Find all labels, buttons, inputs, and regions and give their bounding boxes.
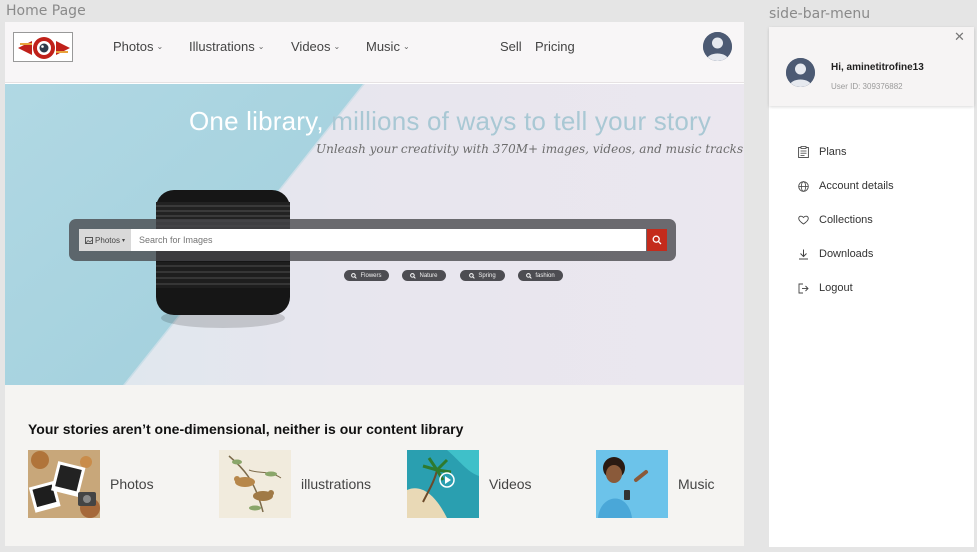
nav-music-label: Music xyxy=(366,39,400,54)
category-label: Music xyxy=(678,476,715,492)
logo[interactable] xyxy=(13,32,73,62)
category-illustrations[interactable]: illustrations xyxy=(219,450,371,518)
music-thumbnail xyxy=(596,450,668,518)
tag-label: Nature xyxy=(419,272,438,279)
home-frame-label: Home Page xyxy=(6,3,86,19)
nav-sell-label: Sell xyxy=(500,39,522,54)
tag-spring[interactable]: Spring xyxy=(460,270,505,281)
tag-nature[interactable]: Nature xyxy=(402,270,446,281)
home-page: Photos ⌄ Illustrations ⌄ Videos ⌄ Music ⌄ Se… xyxy=(5,22,744,546)
search-button[interactable] xyxy=(647,229,667,251)
search-icon xyxy=(351,272,358,279)
user-avatar-icon[interactable] xyxy=(703,32,732,61)
category-label: Videos xyxy=(489,476,532,492)
chevron-down-icon: ⌄ xyxy=(333,42,341,51)
sidebar-frame-label: side-bar-menu xyxy=(769,6,871,22)
menu-item-label: Logout xyxy=(819,282,853,294)
menu-item-label: Account details xyxy=(819,180,894,192)
search-type-select[interactable]: Photos ▾ xyxy=(79,229,131,251)
logout-icon xyxy=(796,281,810,295)
sidebar-header: ✕ Hi, aminetitrofine13 User ID: 30937688… xyxy=(769,27,974,106)
stories-title: Your stories aren’t one-dimensional, nei… xyxy=(28,421,464,437)
category-photos[interactable]: Photos xyxy=(28,450,154,518)
tag-label: Spring xyxy=(478,272,496,279)
nav-pricing-label: Pricing xyxy=(535,39,575,54)
close-icon[interactable]: ✕ xyxy=(954,29,965,45)
heart-icon xyxy=(796,213,810,227)
search-bar: Photos ▾ xyxy=(69,219,676,261)
menu-item-label: Collections xyxy=(819,214,873,226)
chevron-down-icon: ⌄ xyxy=(257,42,265,51)
tag-fashion[interactable]: fashion xyxy=(518,270,563,281)
globe-icon xyxy=(796,179,810,193)
search-icon xyxy=(469,272,476,279)
menu-item-label: Downloads xyxy=(819,248,874,260)
menu-item-downloads[interactable]: Downloads xyxy=(796,245,873,263)
category-label: illustrations xyxy=(301,476,372,492)
chevron-down-icon: ⌄ xyxy=(402,42,410,51)
menu-item-logout[interactable]: Logout xyxy=(796,279,853,297)
category-label: Photos xyxy=(110,476,154,492)
nav-sell[interactable]: Sell xyxy=(500,39,522,54)
menu-item-plans[interactable]: Plans xyxy=(796,143,847,161)
nav-music[interactable]: Music ⌄ xyxy=(366,39,410,54)
search-icon xyxy=(410,272,417,279)
tag-label: fashion xyxy=(535,272,555,279)
hero-title-part2: millions of ways to tell your story xyxy=(323,106,712,136)
hero-title: One library, millions of ways to tell yo… xyxy=(189,106,711,137)
navbar: Photos ⌄ Illustrations ⌄ Videos ⌄ Music ⌄ Se… xyxy=(5,22,744,83)
menu-item-label: Plans xyxy=(819,146,847,158)
hero-title-part1: One library, xyxy=(189,106,324,136)
category-videos[interactable]: Videos xyxy=(407,450,532,518)
download-icon xyxy=(796,247,810,261)
search-icon xyxy=(526,272,533,279)
tag-label: Flowers xyxy=(360,272,382,279)
sidebar-menu: ✕ Hi, aminetitrofine13 User ID: 30937688… xyxy=(769,27,974,547)
tag-flowers[interactable]: Flowers xyxy=(344,270,389,281)
nav-pricing[interactable]: Pricing xyxy=(535,39,575,54)
user-id: User ID: 309376882 xyxy=(831,82,903,91)
nav-videos-label: Videos xyxy=(291,39,331,54)
category-music[interactable]: Music xyxy=(596,450,715,518)
illustrations-thumbnail xyxy=(219,450,291,518)
search-input[interactable] xyxy=(131,229,646,251)
chevron-down-icon: ▾ xyxy=(121,237,125,244)
image-icon xyxy=(85,236,94,244)
search-icon xyxy=(652,235,662,245)
nav-photos[interactable]: Photos ⌄ xyxy=(113,39,163,54)
nav-videos[interactable]: Videos ⌄ xyxy=(291,39,340,54)
videos-thumbnail xyxy=(407,450,479,518)
user-avatar-icon xyxy=(786,58,815,87)
user-greeting: Hi, aminetitrofine13 xyxy=(831,62,924,73)
photos-thumbnail xyxy=(28,450,100,518)
stories-section: Your stories aren’t one-dimensional, nei… xyxy=(5,385,744,546)
nav-photos-label: Photos xyxy=(113,39,154,54)
nav-illustrations[interactable]: Illustrations ⌄ xyxy=(189,39,264,54)
menu-item-account-details[interactable]: Account details xyxy=(796,177,894,195)
chevron-down-icon: ⌄ xyxy=(156,42,164,51)
hero-subtitle: Unleash your creativity with 370M+ image… xyxy=(316,142,744,156)
search-type-label: Photos xyxy=(95,235,120,245)
clipboard-icon xyxy=(796,145,810,159)
menu-item-collections[interactable]: Collections xyxy=(796,211,873,229)
hero-banner: One library, millions of ways to tell yo… xyxy=(5,84,744,385)
nav-illustrations-label: Illustrations xyxy=(189,39,255,54)
